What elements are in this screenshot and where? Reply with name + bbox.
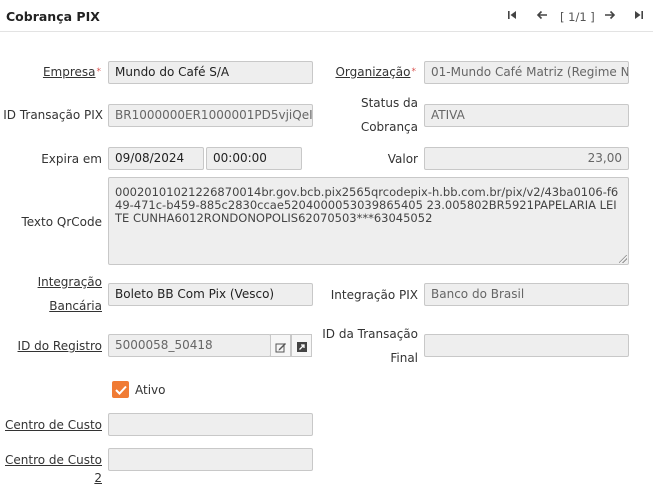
integracao-bancaria-label-text1[interactable]: Integração [38, 275, 102, 289]
empresa-field[interactable]: Mundo do Café S/A [108, 61, 313, 84]
id-transacao-final-field[interactable] [424, 334, 629, 357]
previous-page-button[interactable] [536, 9, 548, 25]
first-page-button[interactable] [507, 9, 517, 25]
edit-icon [275, 343, 286, 353]
id-registro-label[interactable]: ID do Registro [18, 337, 102, 355]
resize-handle[interactable] [619, 255, 627, 263]
next-page-button[interactable] [604, 9, 616, 25]
arrow-right-icon [605, 10, 616, 20]
arrow-left-icon [536, 10, 547, 20]
organizacao-label-text[interactable]: Organização [335, 65, 410, 79]
first-page-icon [508, 11, 516, 19]
valor-label: Valor [387, 152, 418, 166]
valor-field[interactable]: 23,00 [424, 147, 629, 170]
status-cobranca-field[interactable]: ATIVA [424, 104, 629, 127]
integracao-pix-field[interactable]: Banco do Brasil [424, 283, 629, 306]
checkmark-icon [114, 385, 127, 395]
id-registro-edit-button[interactable] [270, 334, 291, 357]
integracao-bancaria-field[interactable]: Boleto BB Com Pix (Vesco) [108, 283, 313, 306]
organizacao-field[interactable]: 01-Mundo Café Matriz (Regime Norm [424, 61, 629, 84]
required-marker: * [411, 67, 417, 77]
expira-em-label: Expira em [41, 152, 102, 166]
id-registro-open-button[interactable] [291, 334, 312, 357]
id-transacao-pix-label: ID Transação PIX [3, 108, 103, 122]
id-transacao-final-label-line2: Final [390, 351, 418, 365]
ativo-checkbox[interactable] [112, 381, 129, 398]
required-marker: * [96, 67, 102, 77]
last-page-icon [635, 11, 643, 19]
empresa-label[interactable]: Empresa* [43, 63, 101, 81]
integracao-bancaria-label-line2[interactable]: Bancária [49, 297, 102, 315]
expira-em-time-field[interactable]: 00:00:00 [206, 147, 302, 170]
centro-custo-2-field[interactable] [108, 448, 313, 471]
texto-qrcode-value: 00020101021226870014br.gov.bcb.pix2565qr… [115, 185, 619, 225]
integracao-bancaria-label-line1[interactable]: Integração [38, 273, 102, 291]
texto-qrcode-textarea[interactable]: 00020101021226870014br.gov.bcb.pix2565qr… [108, 177, 629, 265]
header-divider [0, 31, 653, 32]
page-title: Cobrança PIX [6, 9, 100, 24]
organizacao-label[interactable]: Organização* [335, 63, 416, 81]
status-cobranca-label-line1: Status da [360, 96, 418, 110]
texto-qrcode-label: Texto QrCode [21, 215, 102, 229]
pager-indicator: [ 1/1 ] [560, 10, 595, 24]
status-cobranca-label-line2: Cobrança [360, 120, 418, 134]
centro-custo-label[interactable]: Centro de Custo [5, 416, 102, 434]
centro-custo-label-text[interactable]: Centro de Custo [5, 418, 102, 432]
id-registro-field[interactable]: 5000058_50418 [108, 334, 271, 357]
id-transacao-pix-field[interactable]: BR1000000ER1000001PD5vjiQeIg6rl [108, 104, 313, 127]
empresa-label-text[interactable]: Empresa [43, 65, 96, 79]
last-page-button[interactable] [634, 9, 644, 25]
id-registro-label-text[interactable]: ID do Registro [18, 339, 102, 353]
centro-custo-2-label[interactable]: Centro de Custo 2 [0, 451, 102, 487]
centro-custo-field[interactable] [108, 413, 313, 436]
open-record-icon [296, 342, 307, 352]
expira-em-date-field[interactable]: 09/08/2024 [108, 147, 204, 170]
id-transacao-final-label-line1: ID da Transação [322, 327, 418, 341]
integracao-bancaria-label-text2[interactable]: Bancária [49, 299, 102, 313]
centro-custo-2-label-text[interactable]: Centro de Custo 2 [5, 453, 102, 485]
ativo-label[interactable]: Ativo [135, 381, 165, 399]
integracao-pix-label: Integração PIX [330, 288, 418, 302]
